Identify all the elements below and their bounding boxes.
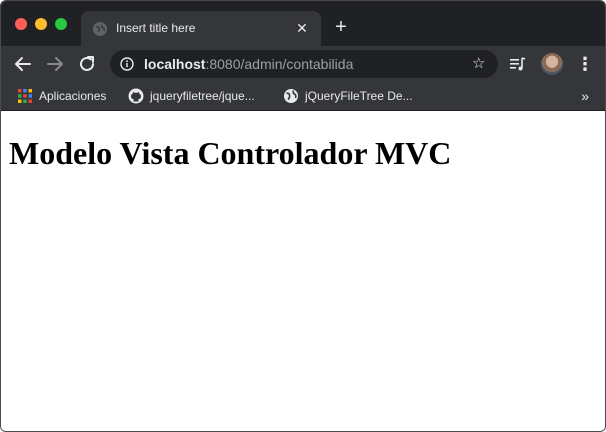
back-arrow-icon[interactable]	[11, 52, 35, 76]
bookmark-jqueryfiletree-demo[interactable]: jQueryFileTree De...	[283, 88, 413, 104]
more-menu-icon[interactable]: ⋮	[576, 54, 594, 74]
bookmark-jqueryfiletree-github[interactable]: jqueryfiletree/jque...	[128, 88, 255, 104]
github-icon	[128, 88, 144, 104]
browser-toolbar: localhost:8080/admin/contabilida ☆ ⋮	[1, 46, 605, 82]
avatar[interactable]	[541, 53, 563, 75]
bookmarks-bar: Aplicaciones jqueryfiletree/jque... jQue…	[1, 82, 605, 111]
tab-close-icon[interactable]: ✕	[293, 19, 311, 37]
globe-icon	[93, 22, 107, 36]
tab-title: Insert title here	[116, 21, 196, 35]
reload-icon[interactable]	[75, 52, 99, 76]
bookmarks-overflow-icon[interactable]: »	[581, 87, 589, 105]
info-icon[interactable]	[120, 57, 134, 71]
url-text[interactable]: localhost:8080/admin/contabilida	[144, 56, 353, 72]
minimize-window-button[interactable]	[35, 18, 47, 30]
page-content: Modelo Vista Controlador MVC	[1, 111, 605, 431]
close-window-button[interactable]	[15, 18, 27, 30]
media-control-icon[interactable]	[509, 56, 527, 72]
page-heading: Modelo Vista Controlador MVC	[9, 135, 452, 171]
forward-arrow-icon[interactable]	[43, 52, 67, 76]
bookmark-label: Aplicaciones	[39, 89, 107, 103]
bookmark-label: jQueryFileTree De...	[305, 89, 413, 103]
apps-grid-icon	[17, 88, 33, 104]
tab-strip: Insert title here ✕ +	[1, 1, 605, 46]
new-tab-icon[interactable]: +	[331, 17, 351, 37]
address-bar[interactable]: localhost:8080/admin/contabilida ☆	[110, 50, 498, 78]
bookmark-star-icon[interactable]: ☆	[472, 56, 488, 72]
globe-icon	[283, 88, 299, 104]
browser-window: Insert title here ✕ + localhost:8080/adm…	[0, 0, 606, 432]
url-host: localhost	[144, 56, 206, 72]
maximize-window-button[interactable]	[55, 18, 67, 30]
tab-active[interactable]: Insert title here ✕	[81, 11, 321, 46]
url-path: :8080/admin/contabilida	[205, 56, 354, 72]
bookmark-label: jqueryfiletree/jque...	[150, 89, 255, 103]
bookmark-apps[interactable]: Aplicaciones	[17, 88, 106, 104]
